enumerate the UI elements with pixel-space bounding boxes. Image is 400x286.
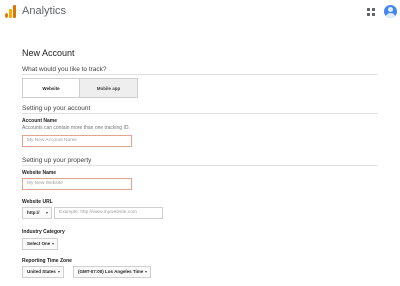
website-url-label: Website URL <box>22 199 53 205</box>
account-section-title: Setting up your account <box>22 105 91 112</box>
chevron-down-icon <box>46 212 48 214</box>
divider <box>22 113 378 114</box>
chevron-down-icon <box>145 271 147 273</box>
time-zone-value: (GMT-07:00) Los Angeles Time <box>78 269 144 274</box>
time-zone-country-select[interactable]: United States <box>22 266 64 278</box>
divider <box>22 74 378 75</box>
website-url-input[interactable]: Example: http://www.mywebsite.com <box>54 207 163 219</box>
account-avatar-icon[interactable] <box>384 5 397 18</box>
mobile-app-option-button[interactable]: Mobile app <box>80 78 138 98</box>
apps-grid-icon[interactable] <box>367 8 375 16</box>
url-protocol-select[interactable]: http:// <box>22 207 52 219</box>
account-name-helper: Accounts can contain more than one track… <box>22 125 130 131</box>
industry-category-value: Select One <box>27 241 51 246</box>
track-type-toggle: Website Mobile app <box>22 78 138 98</box>
page-title: New Account <box>22 48 75 58</box>
track-question: What would you like to track? <box>22 66 107 73</box>
top-app-bar: Analytics <box>0 0 400 26</box>
divider <box>22 165 378 166</box>
analytics-logo-icon[interactable] <box>5 5 17 18</box>
website-name-label: Website Name <box>22 170 57 176</box>
time-zone-label: Reporting Time Zone <box>22 258 72 264</box>
chevron-down-icon <box>58 271 60 273</box>
website-name-input[interactable]: My New Website <box>22 178 132 190</box>
time-zone-country-value: United States <box>27 269 56 274</box>
account-name-input[interactable]: My New Account Name <box>22 135 132 147</box>
app-title[interactable]: Analytics <box>22 5 66 17</box>
url-protocol-value: http:// <box>27 210 40 215</box>
industry-category-label: Industry Category <box>22 229 65 235</box>
website-option-button[interactable]: Website <box>22 78 80 98</box>
chevron-down-icon <box>52 243 54 245</box>
industry-category-select[interactable]: Select One <box>22 238 58 250</box>
account-name-label: Account Name <box>22 118 58 124</box>
property-section-title: Setting up your property <box>22 157 92 164</box>
time-zone-select[interactable]: (GMT-07:00) Los Angeles Time <box>73 266 151 278</box>
